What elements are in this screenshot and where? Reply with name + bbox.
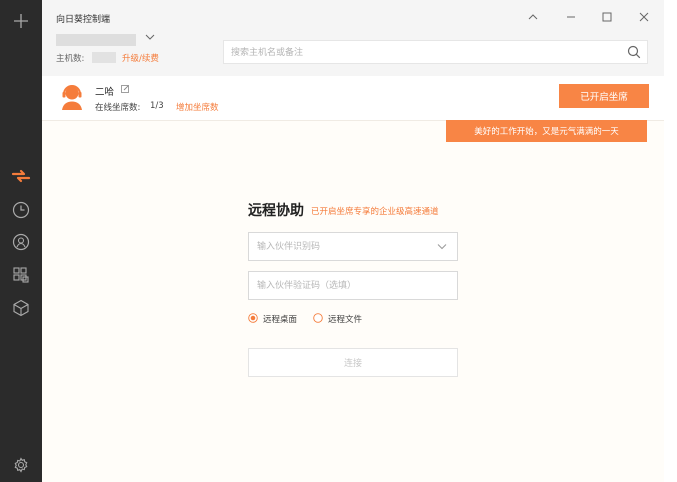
- search-input[interactable]: [224, 41, 623, 65]
- collapse-icon[interactable]: [526, 10, 540, 24]
- online-seats-value: 1/3: [150, 101, 164, 111]
- history-icon[interactable]: [11, 200, 31, 220]
- app-title: 向日葵控制端: [56, 15, 111, 25]
- host-count-redacted: [92, 52, 116, 63]
- minimize-icon[interactable]: [564, 10, 578, 24]
- partner-code-dropdown-icon[interactable]: [437, 243, 447, 251]
- settings-icon[interactable]: [11, 455, 31, 475]
- account-name-redacted: [56, 34, 136, 46]
- connect-button[interactable]: 连接: [248, 348, 458, 377]
- seat-status-button[interactable]: 已开启坐席: [559, 84, 649, 108]
- radio-remote-file[interactable]: [313, 313, 323, 323]
- online-seats-label: 在线坐席数:: [95, 103, 141, 113]
- chevron-down-icon[interactable]: [145, 33, 155, 43]
- remote-assist-icon[interactable]: [11, 166, 31, 186]
- verify-code-input[interactable]: [249, 272, 457, 299]
- main-panel: 向日葵控制端 主机数: 升级/续费 搜索主机名或备注 二哈 在线坐席数: 1/3…: [42, 0, 664, 482]
- remote-assist-subtitle: 已开启坐席专享的企业级高速通道: [311, 207, 439, 217]
- search-box: [223, 40, 648, 65]
- location-icon[interactable]: [11, 232, 31, 252]
- partner-code-field: [248, 232, 458, 261]
- partner-code-input[interactable]: [249, 233, 457, 260]
- remote-assist-title: 远程协助: [248, 203, 304, 219]
- upgrade-link[interactable]: 升级/续费: [122, 52, 159, 64]
- seat-bar: 二哈 在线坐席数: 1/3 增加坐席数 已开启坐席: [42, 76, 664, 121]
- greeting-banner: 美好的工作开始，又是元气满满的一天: [446, 120, 647, 142]
- radio-remote-desktop[interactable]: [248, 313, 258, 323]
- close-icon[interactable]: [637, 10, 651, 24]
- user-name: 二哈: [95, 87, 115, 98]
- sidebar: [0, 0, 42, 482]
- agent-avatar: [58, 82, 86, 110]
- title-bar: 向日葵控制端 主机数: 升级/续费: [42, 0, 664, 76]
- radio-remote-file-label[interactable]: 远程文件: [328, 313, 362, 325]
- verify-code-field: [248, 271, 458, 300]
- edit-icon[interactable]: [121, 84, 131, 94]
- apps-grid-icon[interactable]: [11, 265, 31, 285]
- maximize-icon[interactable]: [600, 10, 614, 24]
- window-edge: [664, 0, 677, 482]
- cube-icon[interactable]: [11, 298, 31, 318]
- search-icon[interactable]: [627, 45, 641, 59]
- radio-remote-desktop-label[interactable]: 远程桌面: [263, 313, 297, 325]
- host-count-label: 主机数:: [56, 54, 85, 64]
- plus-icon[interactable]: [11, 11, 31, 31]
- add-seats-link[interactable]: 增加坐席数: [176, 101, 219, 113]
